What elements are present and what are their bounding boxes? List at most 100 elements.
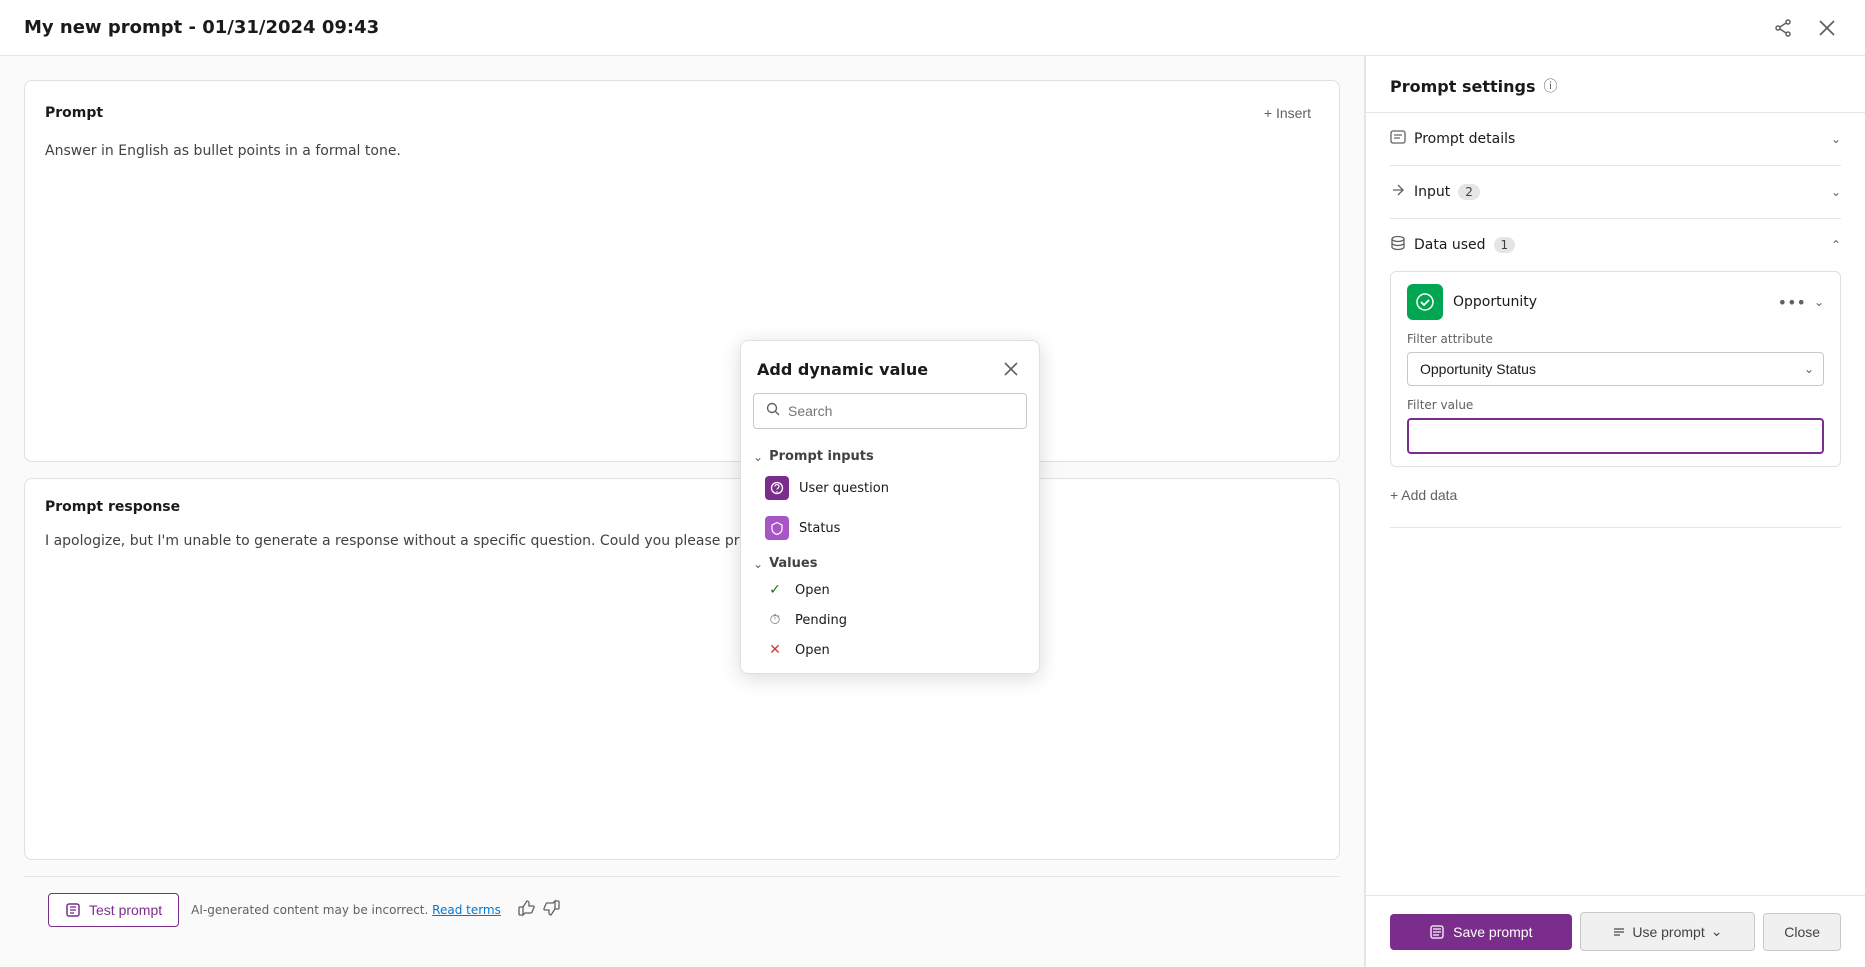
input-label: Input — [1414, 184, 1450, 200]
response-card: Prompt response I apologize, but I'm una… — [24, 478, 1340, 860]
popup-section-header-prompt-inputs[interactable]: ⌄ Prompt inputs — [753, 449, 1027, 464]
feedback-icons — [517, 899, 561, 921]
value-pending-label: Pending — [795, 613, 847, 628]
popup-search — [753, 393, 1027, 429]
filter-attribute-wrapper: Opportunity Status ⌄ — [1407, 352, 1824, 386]
check-icon: ✓ — [765, 582, 785, 598]
status-label: Status — [799, 521, 840, 536]
value-open-1[interactable]: ✓ Open — [753, 575, 1027, 605]
use-prompt-label: Use prompt — [1632, 924, 1704, 940]
response-card-content: I apologize, but I'm unable to generate … — [45, 531, 1319, 552]
close-icon[interactable] — [1813, 14, 1841, 42]
left-panel: Prompt + Insert Answer in English as bul… — [0, 56, 1365, 967]
use-prompt-button[interactable]: Use prompt ⌄ — [1580, 912, 1756, 951]
title-actions — [1769, 14, 1841, 42]
data-used-section: Data used 1 ⌃ — [1390, 219, 1841, 528]
response-card-title: Prompt response — [45, 499, 180, 515]
settings-title: Prompt settings — [1390, 77, 1535, 96]
prompt-card-content: Answer in English as bullet points in a … — [45, 141, 1319, 162]
input-icon — [1390, 182, 1406, 202]
section-left: Data used 1 — [1390, 235, 1515, 255]
save-prompt-label: Save prompt — [1453, 924, 1532, 940]
settings-header: Prompt settings ⓘ — [1366, 56, 1865, 113]
insert-button[interactable]: + Insert — [1256, 101, 1319, 125]
popup-header: Add dynamic value — [741, 341, 1039, 393]
read-terms-link[interactable]: Read terms — [432, 903, 501, 917]
prompt-details-label: Prompt details — [1414, 131, 1515, 147]
close-settings-button[interactable]: Close — [1763, 913, 1841, 951]
add-data-button[interactable]: + Add data — [1390, 479, 1457, 511]
share-icon[interactable] — [1769, 14, 1797, 42]
info-icon[interactable]: ⓘ — [1543, 76, 1557, 96]
input-chevron: ⌄ — [1831, 185, 1841, 199]
popup-close-icon[interactable] — [999, 357, 1023, 381]
opportunity-name: Opportunity — [1453, 294, 1768, 310]
search-icon — [766, 402, 780, 420]
section-left: Prompt details — [1390, 129, 1515, 149]
prompt-details-section-header[interactable]: Prompt details ⌄ — [1390, 113, 1841, 165]
title-bar: My new prompt - 01/31/2024 09:43 — [0, 0, 1865, 56]
prompt-inputs-section-title: Prompt inputs — [769, 449, 874, 464]
input-section-header[interactable]: Input 2 ⌄ — [1390, 166, 1841, 218]
x-icon: ✕ — [765, 642, 785, 658]
value-open-label-1: Open — [795, 583, 830, 598]
search-input[interactable] — [788, 403, 1014, 419]
right-panel: Prompt settings ⓘ — [1365, 56, 1865, 967]
opportunity-actions: ••• ⌄ — [1778, 293, 1824, 312]
user-question-item[interactable]: User question — [753, 468, 1027, 508]
disclaimer-text: AI-generated content may be incorrect. R… — [191, 903, 501, 917]
popup-prompt-inputs-section: ⌄ Prompt inputs User question Status — [741, 441, 1039, 552]
use-prompt-dropdown-icon: ⌄ — [1711, 923, 1723, 940]
prompt-card: Prompt + Insert Answer in English as bul… — [24, 80, 1340, 462]
filter-value-input-wrapper — [1407, 418, 1824, 454]
settings-footer: Save prompt Use prompt ⌄ Close — [1366, 895, 1865, 967]
user-question-label: User question — [799, 481, 889, 496]
prompt-details-icon — [1390, 129, 1406, 149]
input-section: Input 2 ⌄ — [1390, 166, 1841, 219]
response-card-header: Prompt response — [45, 499, 1319, 515]
popup-values-section: ⌄ Values ✓ Open ⏱ Pending ✕ Open — [741, 552, 1039, 673]
window-title: My new prompt - 01/31/2024 09:43 — [24, 17, 379, 38]
data-used-label: Data used — [1414, 237, 1486, 253]
popup-title: Add dynamic value — [757, 360, 928, 379]
test-prompt-button[interactable]: Test prompt — [48, 893, 179, 927]
opportunity-icon — [1407, 284, 1443, 320]
prompt-inputs-chevron-icon: ⌄ — [753, 450, 763, 464]
more-options-icon[interactable]: ••• — [1778, 293, 1806, 312]
thumbs-down-icon[interactable] — [543, 899, 561, 921]
bottom-bar: Test prompt AI-generated content may be … — [24, 876, 1340, 943]
clock-icon: ⏱ — [765, 612, 785, 628]
filter-value-label: Filter value — [1407, 398, 1824, 412]
settings-content: Prompt details ⌄ — [1366, 113, 1865, 895]
status-item[interactable]: Status — [753, 508, 1027, 548]
prompt-card-header: Prompt + Insert — [45, 101, 1319, 125]
filter-attribute-label: Filter attribute — [1407, 332, 1824, 346]
filter-value-input[interactable] — [1411, 422, 1820, 450]
values-section-title: Values — [769, 556, 817, 571]
filter-section: Filter attribute Opportunity Status ⌄ Fi… — [1407, 320, 1824, 454]
data-used-expanded: Opportunity ••• ⌄ Filter attribute — [1390, 271, 1841, 527]
data-used-icon — [1390, 235, 1406, 255]
prompt-details-chevron: ⌄ — [1831, 132, 1841, 146]
section-left: Input 2 — [1390, 182, 1480, 202]
prompt-details-section: Prompt details ⌄ — [1390, 113, 1841, 166]
thumbs-up-icon[interactable] — [517, 899, 535, 921]
popup-section-header-values[interactable]: ⌄ Values — [753, 556, 1027, 571]
status-icon — [765, 516, 789, 540]
filter-attribute-select[interactable]: Opportunity Status — [1407, 352, 1824, 386]
value-pending[interactable]: ⏱ Pending — [753, 605, 1027, 635]
opportunity-chevron[interactable]: ⌄ — [1814, 295, 1824, 309]
prompt-card-title: Prompt — [45, 105, 103, 121]
opportunity-header: Opportunity ••• ⌄ — [1407, 284, 1824, 320]
data-used-chevron: ⌃ — [1831, 238, 1841, 252]
opportunity-card: Opportunity ••• ⌄ Filter attribute — [1390, 271, 1841, 467]
data-used-section-header[interactable]: Data used 1 ⌃ — [1390, 219, 1841, 271]
data-used-badge: 1 — [1494, 237, 1516, 253]
value-open-2[interactable]: ✕ Open — [753, 635, 1027, 665]
dynamic-value-popup: Add dynamic value ⌄ Prompt inputs — [740, 340, 1040, 674]
value-open-label-2: Open — [795, 643, 830, 658]
input-badge: 2 — [1458, 184, 1480, 200]
test-prompt-label: Test prompt — [89, 902, 162, 918]
values-chevron-icon: ⌄ — [753, 557, 763, 571]
save-prompt-button[interactable]: Save prompt — [1390, 914, 1572, 950]
